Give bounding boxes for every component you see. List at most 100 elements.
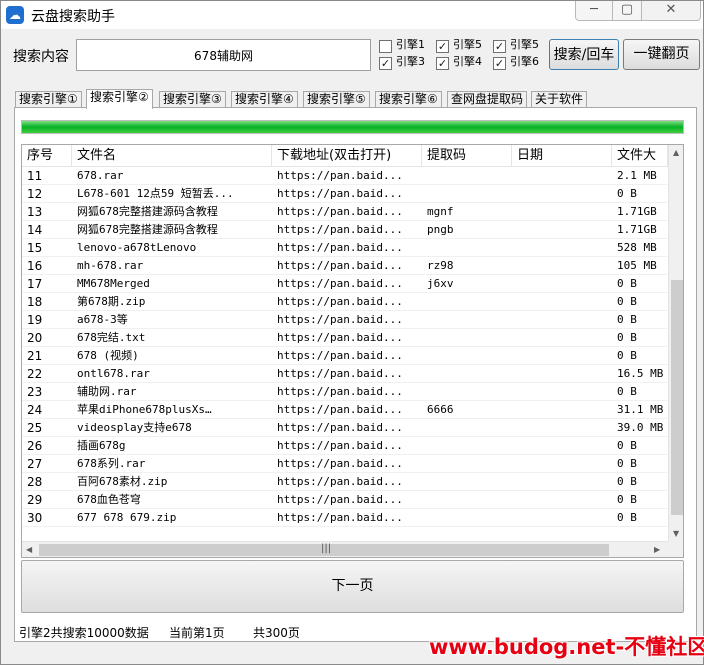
table-row[interactable]: 19 a678-3等 https://pan.baid... 0 B: [22, 311, 667, 329]
cell-filename: videosplay支持e678: [77, 421, 192, 434]
checkbox-icon[interactable]: [379, 40, 392, 53]
table-row[interactable]: 27 678系列.rar https://pan.baid... 0 B: [22, 455, 667, 473]
table-row[interactable]: 26 插画678g https://pan.baid... 0 B: [22, 437, 667, 455]
table-row[interactable]: 22 ontl678.rar https://pan.baid... 16.5 MB: [22, 365, 667, 383]
cell-size: 105 MB: [617, 259, 657, 272]
cell-code: [422, 185, 512, 203]
tab-engine-5[interactable]: 搜索引擎⑤: [303, 91, 370, 108]
column-header-index[interactable]: 序号: [22, 145, 72, 167]
cell-url: https://pan.baid...: [277, 421, 403, 434]
progress-fill: [22, 121, 683, 133]
cell-size: 0 B: [617, 385, 637, 398]
results-table[interactable]: 序号 文件名 下载地址(双击打开) 提取码 日期 文件大 11 678.rar ht…: [21, 144, 684, 558]
cell-url: https://pan.baid...: [277, 385, 403, 398]
scroll-up-icon[interactable]: ▲: [673, 148, 679, 157]
table-row[interactable]: 25 videosplay支持e678 https://pan.baid... 39.…: [22, 419, 667, 437]
cell-date: [512, 383, 612, 401]
scroll-left-icon[interactable]: ◀: [26, 545, 32, 554]
tab-engine-3[interactable]: 搜索引擎③: [159, 91, 226, 108]
scroll-thumb[interactable]: [671, 280, 683, 515]
cell-date: [512, 185, 612, 203]
engine-checkbox-1[interactable]: 引擎1: [379, 39, 431, 55]
table-row[interactable]: 30 677 678 679.zip https://pan.baid... 0 B: [22, 509, 667, 527]
cell-date: [512, 437, 612, 455]
scroll-right-icon[interactable]: ▶: [654, 545, 660, 554]
horizontal-scrollbar[interactable]: ◀ ||| ▶: [22, 541, 668, 557]
table-row[interactable]: 14 网狐678完整搭建源码含教程 https://pan.baid... pngb 1…: [22, 221, 667, 239]
cell-url: https://pan.baid...: [277, 457, 403, 470]
checkbox-checked-icon[interactable]: ✓: [493, 57, 506, 70]
tab-engine-2[interactable]: 搜索引擎②: [86, 89, 153, 109]
cloud-icon: ☁: [6, 6, 24, 24]
checkbox-checked-icon[interactable]: ✓: [436, 40, 449, 53]
cell-code: [422, 491, 512, 509]
watermark-name: 不懂社区: [624, 635, 704, 659]
cell-size: 0 B: [617, 277, 637, 290]
column-header-code[interactable]: 提取码: [422, 145, 512, 167]
cell-code: [422, 293, 512, 311]
table-row[interactable]: 12 L678-601 12点59 短暂丢... https://pan.baid.…: [22, 185, 667, 203]
cell-filename: 网狐678完整搭建源码含教程: [77, 223, 218, 236]
checkbox-checked-icon[interactable]: ✓: [493, 40, 506, 53]
engine-checkbox-group: 引擎1 ✓ 引擎3 ✓ 引擎5 ✓ 引擎4 ✓ 引擎5 ✓ 引擎6: [379, 39, 544, 73]
table-row[interactable]: 28 百阿678素材.zip https://pan.baid... 0 B: [22, 473, 667, 491]
flip-all-button[interactable]: 一键翻页: [623, 39, 700, 70]
tab-extract-code[interactable]: 查网盘提取码: [447, 91, 528, 108]
cell-size: 0 B: [617, 439, 637, 452]
cell-filename: 辅助网.rar: [77, 385, 137, 398]
tab-about[interactable]: 关于软件: [531, 91, 588, 108]
engine-checkbox-3[interactable]: ✓ 引擎5: [436, 39, 488, 55]
status-page-count: 共300页: [253, 626, 300, 640]
table-row[interactable]: 17 MM678Merged https://pan.baid... j6xv 0 B: [22, 275, 667, 293]
cell-date: [512, 203, 612, 221]
table-row[interactable]: 21 678 (视频) https://pan.baid... 0 B: [22, 347, 667, 365]
tab-engine-1[interactable]: 搜索引擎①: [15, 91, 82, 108]
minimize-button[interactable]: ─: [575, 1, 613, 21]
tab-engine-4[interactable]: 搜索引擎④: [231, 91, 298, 108]
maximize-button[interactable]: ▢: [612, 1, 642, 21]
table-row[interactable]: 18 第678期.zip https://pan.baid... 0 B: [22, 293, 667, 311]
scroll-down-icon[interactable]: ▼: [673, 529, 679, 538]
table-row[interactable]: 15 lenovo-a678tLenovo https://pan.baid... 5…: [22, 239, 667, 257]
next-page-button[interactable]: 下一页: [21, 560, 684, 613]
cell-date: [512, 167, 612, 185]
table-row[interactable]: 23 辅助网.rar https://pan.baid... 0 B: [22, 383, 667, 401]
scroll-corner: [668, 541, 683, 557]
table-row[interactable]: 13 网狐678完整搭建源码含教程 https://pan.baid... mgnf 1…: [22, 203, 667, 221]
checkbox-checked-icon[interactable]: ✓: [436, 57, 449, 70]
table-row[interactable]: 11 678.rar https://pan.baid... 2.1 MB: [22, 167, 667, 185]
cell-url: https://pan.baid...: [277, 205, 403, 218]
title-bar[interactable]: ☁ 云盘搜索助手 ─ ▢ ✕: [1, 1, 703, 29]
cell-size: 31.1 MB: [617, 403, 664, 416]
engine-checkbox-6[interactable]: ✓ 引擎6: [493, 56, 545, 72]
table-row[interactable]: 24 苹果diPhone678plusXs… https://pan.baid...…: [22, 401, 667, 419]
vertical-scrollbar[interactable]: ▲ ▼: [668, 145, 683, 541]
cell-index: 20: [27, 331, 43, 345]
table-row[interactable]: 29 678血色苍穹 https://pan.baid... 0 B: [22, 491, 667, 509]
search-input[interactable]: [76, 39, 371, 71]
status-total: 引擎2共搜索10000数据: [19, 626, 149, 640]
table-row[interactable]: 20 678完结.txt https://pan.baid... 0 B: [22, 329, 667, 347]
table-row[interactable]: 16 mh-678.rar https://pan.baid... rz98 105 M…: [22, 257, 667, 275]
cell-date: [512, 365, 612, 383]
checkbox-checked-icon[interactable]: ✓: [379, 57, 392, 70]
cell-code: [422, 329, 512, 347]
engine-checkbox-4[interactable]: ✓ 引擎4: [436, 56, 488, 72]
cell-code: mgnf: [427, 205, 454, 218]
cell-url: https://pan.baid...: [277, 187, 403, 200]
close-button[interactable]: ✕: [641, 1, 701, 21]
cell-filename: mh-678.rar: [77, 259, 144, 272]
column-header-size[interactable]: 文件大: [612, 145, 668, 167]
engine-checkbox-2[interactable]: ✓ 引擎3: [379, 56, 431, 72]
search-button[interactable]: 搜索/回车: [549, 39, 619, 70]
engine-checkbox-5[interactable]: ✓ 引擎5: [493, 39, 545, 55]
column-header-url[interactable]: 下载地址(双击打开): [272, 145, 422, 167]
cell-code: j6xv: [427, 277, 454, 290]
column-header-filename[interactable]: 文件名: [72, 145, 272, 167]
cell-date: [512, 509, 612, 527]
scroll-thumb[interactable]: |||: [39, 543, 609, 556]
watermark-separator: -: [615, 635, 625, 659]
cell-date: [512, 347, 612, 365]
tab-engine-6[interactable]: 搜索引擎⑥: [375, 91, 442, 108]
column-header-date[interactable]: 日期: [512, 145, 612, 167]
